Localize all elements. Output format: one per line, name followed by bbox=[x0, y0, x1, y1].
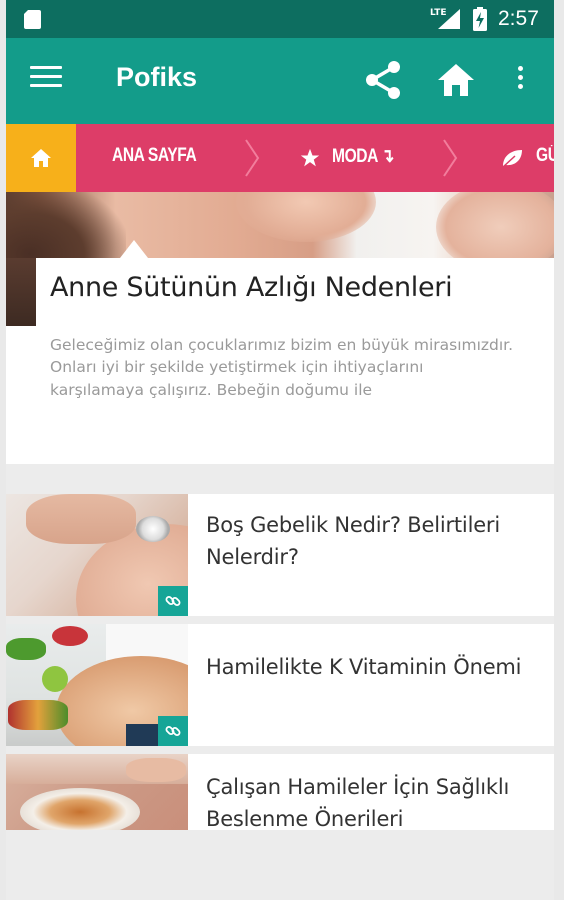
category-home-tab[interactable] bbox=[6, 124, 76, 192]
featured-card: Anne Sütünün Azlığı Nedenleri Geleceğimi… bbox=[36, 240, 554, 464]
link-badge bbox=[158, 716, 188, 746]
app-bar: Pofiks bbox=[6, 38, 554, 124]
chevron-right-icon bbox=[245, 139, 260, 177]
tab-ana-sayfa[interactable]: ANA SAYFA bbox=[112, 145, 197, 167]
status-bar: LTE 2:57 bbox=[6, 0, 554, 38]
app-title: Pofiks bbox=[116, 62, 198, 92]
category-nav: ANA SAYFA MODA ↴ GÜ bbox=[6, 124, 554, 192]
share-icon[interactable] bbox=[364, 60, 402, 100]
featured-title[interactable]: Anne Sütünün Azlığı Nedenleri bbox=[50, 272, 540, 303]
article-thumbnail bbox=[6, 754, 188, 830]
home-icon bbox=[31, 149, 51, 167]
home-icon[interactable] bbox=[436, 62, 476, 98]
link-icon bbox=[165, 596, 181, 606]
menu-icon[interactable] bbox=[30, 66, 62, 92]
article-title[interactable]: Çalışan Hamileler İçin Sağlıklı Beslenme… bbox=[206, 772, 546, 835]
featured-article[interactable]: Anne Sütünün Azlığı Nedenleri Geleceğimi… bbox=[6, 192, 554, 464]
clock: 2:57 bbox=[498, 7, 539, 30]
list-item[interactable]: Hamilelikte K Vitaminin Önemi bbox=[6, 624, 554, 746]
chevron-right-icon bbox=[443, 139, 458, 177]
tab-gu[interactable]: GÜ bbox=[536, 145, 554, 167]
star-icon bbox=[300, 148, 320, 167]
featured-image-edge bbox=[6, 258, 36, 326]
article-title[interactable]: Hamilelikte K Vitaminin Önemi bbox=[206, 652, 546, 684]
article-list: Boş Gebelik Nedir? Belirtileri Nelerdir?… bbox=[6, 494, 554, 838]
list-item[interactable]: Çalışan Hamileler İçin Sağlıklı Beslenme… bbox=[6, 754, 554, 831]
tab-moda[interactable]: MODA ↴ bbox=[332, 145, 394, 168]
list-item[interactable]: Boş Gebelik Nedir? Belirtileri Nelerdir? bbox=[6, 494, 554, 616]
featured-excerpt: Geleceğimiz olan çocuklarımız bizim en b… bbox=[50, 336, 514, 399]
leaf-icon bbox=[502, 150, 522, 168]
article-title[interactable]: Boş Gebelik Nedir? Belirtileri Nelerdir? bbox=[206, 510, 546, 573]
signal-icon bbox=[438, 9, 460, 29]
link-icon bbox=[165, 726, 181, 736]
battery-charging-icon bbox=[473, 7, 487, 31]
more-vert-icon[interactable] bbox=[512, 66, 528, 96]
link-badge bbox=[158, 586, 188, 616]
featured-image bbox=[6, 192, 554, 258]
app-screen: LTE 2:57 Pofiks ANA SAYFA MODA ↴ G Anne … bbox=[6, 0, 554, 900]
sd-card-icon bbox=[24, 10, 41, 29]
